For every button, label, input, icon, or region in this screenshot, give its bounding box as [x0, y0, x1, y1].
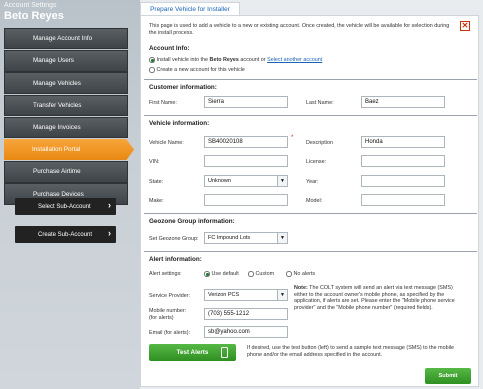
alert-default-option: Use default [204, 271, 239, 277]
license-field[interactable] [361, 155, 445, 167]
year-field[interactable] [361, 175, 445, 187]
sidebar: Account Settings Beto Reyes Manage Accou… [0, 0, 140, 389]
divider [144, 115, 477, 116]
email-field[interactable]: sb@yahoo.com [204, 326, 288, 338]
service-provider-select[interactable]: Verizon PCS ▼ [204, 289, 288, 301]
sidebar-header-label: Account Settings [4, 2, 57, 9]
vehicle-name-label: Vehicle Name: [149, 140, 184, 146]
close-icon[interactable]: ✕ [460, 21, 470, 31]
install-existing-account-name: Beto Reyes [209, 57, 239, 64]
license-label: License: [306, 159, 327, 165]
sidebar-item-installation-portal[interactable]: Installation Portal [4, 138, 134, 161]
chevron-down-icon: ▼ [277, 176, 287, 186]
alert-default-radio[interactable] [204, 271, 210, 277]
select-another-account-link[interactable]: Select another account [267, 57, 322, 63]
year-label: Year: [306, 179, 319, 185]
account-info-heading: Account Info: [149, 45, 190, 52]
alert-note-text: The COLT system will send an alert via t… [294, 285, 455, 311]
description-field[interactable]: Honda [361, 136, 445, 148]
create-sub-account-label: Create Sub-Account [38, 231, 93, 238]
test-alerts-help: If desired, use the test button (left) t… [247, 345, 455, 358]
divider [144, 79, 477, 80]
test-alerts-label: Test Alerts [176, 349, 209, 356]
chevron-right-icon: › [108, 200, 111, 210]
divider [144, 213, 477, 214]
service-provider-label: Service Provider: [149, 293, 191, 299]
service-provider-select-value: Verizon PCS [208, 292, 240, 298]
tab-prepare-vehicle[interactable]: Prepare Vehicle for Installer [140, 2, 240, 16]
alert-none-option: No alerts [286, 271, 315, 277]
vin-field[interactable] [204, 155, 288, 167]
create-sub-account-button[interactable]: Create Sub-Account › [15, 226, 116, 243]
divider [144, 251, 477, 252]
chevron-down-icon: ▼ [277, 233, 287, 243]
geozone-group-label: Set Geozone Group: [149, 236, 199, 242]
intro-text: This page is used to add a vehicle to a … [149, 23, 450, 36]
alert-none-radio[interactable] [286, 271, 292, 277]
account-name: Beto Reyes [4, 10, 64, 22]
geozone-group-select-value: FC Impound Lots [208, 235, 251, 241]
select-sub-account-label: Select Sub-Account [38, 203, 91, 210]
state-select-value: Unknown [208, 178, 231, 184]
select-sub-account-button[interactable]: Select Sub-Account › [15, 198, 116, 215]
sidebar-item-manage-vehicles[interactable]: Manage Vehicles [4, 72, 128, 94]
alert-none-label: No alerts [293, 271, 316, 278]
model-label: Model: [306, 198, 323, 204]
sidebar-item-manage-users[interactable]: Manage Users [4, 50, 128, 72]
geozone-group-select[interactable]: FC Impound Lots ▼ [204, 232, 288, 244]
alert-settings-label: Alert settings: [149, 271, 182, 277]
make-field[interactable] [204, 194, 288, 206]
description-label: Description [306, 140, 333, 146]
sidebar-menu: Manage Account Info Manage Users Manage … [4, 28, 134, 206]
install-existing-pre: Install vehicle into the [156, 57, 210, 64]
state-select[interactable]: Unknown ▼ [204, 175, 288, 187]
alert-custom-option: Custom [248, 271, 274, 277]
create-new-account-label: Create a new account for this vehicle [156, 67, 245, 74]
alert-info-heading: Alert information: [149, 256, 202, 263]
main-panel: ✕ This page is used to add a vehicle to … [140, 15, 479, 387]
alert-note: Note: The COLT system will send an alert… [294, 285, 466, 311]
sidebar-item-transfer-vehicles[interactable]: Transfer Vehicles [4, 94, 128, 116]
chevron-right-icon: › [108, 228, 111, 238]
alert-custom-label: Custom [255, 271, 275, 278]
last-name-label: Last Name: [306, 100, 334, 106]
make-label: Make: [149, 198, 164, 204]
phone-icon [221, 347, 228, 358]
model-field[interactable] [361, 194, 445, 206]
mobile-number-label-sub: (for alerts) [149, 314, 174, 321]
first-name-field[interactable]: Sierra [204, 96, 288, 108]
email-label: Email (for alerts): [149, 330, 191, 336]
alert-note-bold: Note: [294, 285, 308, 291]
vin-label: VIN: [149, 159, 160, 165]
mobile-number-label-text: Mobile number: [149, 308, 187, 314]
test-alerts-button[interactable]: Test Alerts [149, 344, 236, 361]
create-new-account-option: Create a new account for this vehicle [149, 67, 245, 73]
mobile-number-field[interactable]: (703) 555-1212 [204, 308, 288, 320]
geozone-heading: Geozone Group information: [149, 218, 235, 225]
install-existing-post: account or [238, 57, 268, 64]
customer-info-heading: Customer information: [149, 84, 217, 91]
sidebar-item-manage-account-info[interactable]: Manage Account Info [4, 28, 128, 50]
vehicle-info-heading: Vehicle information: [149, 120, 210, 127]
first-name-label: First Name: [149, 100, 177, 106]
required-marker: * [291, 135, 294, 141]
sidebar-item-purchase-airtime[interactable]: Purchase Airtime [4, 161, 128, 183]
vehicle-name-field[interactable]: SB40020108 [204, 136, 288, 148]
sidebar-item-manage-invoices[interactable]: Manage Invoices [4, 116, 128, 139]
sidebar-header: Account Settings Beto Reyes [4, 2, 64, 22]
chevron-down-icon: ▼ [277, 290, 287, 300]
last-name-field[interactable]: Baez [361, 96, 445, 108]
submit-button[interactable]: Submit [425, 368, 471, 384]
alert-default-label: Use default [211, 271, 239, 278]
alert-custom-radio[interactable] [248, 271, 254, 277]
mobile-number-label: Mobile number: (for alerts) [149, 308, 186, 321]
install-existing-option: Install vehicle into the Beto Reyes acco… [149, 57, 322, 63]
state-label: State: [149, 179, 164, 185]
install-existing-radio[interactable] [149, 57, 155, 63]
create-new-account-radio[interactable] [149, 67, 155, 73]
